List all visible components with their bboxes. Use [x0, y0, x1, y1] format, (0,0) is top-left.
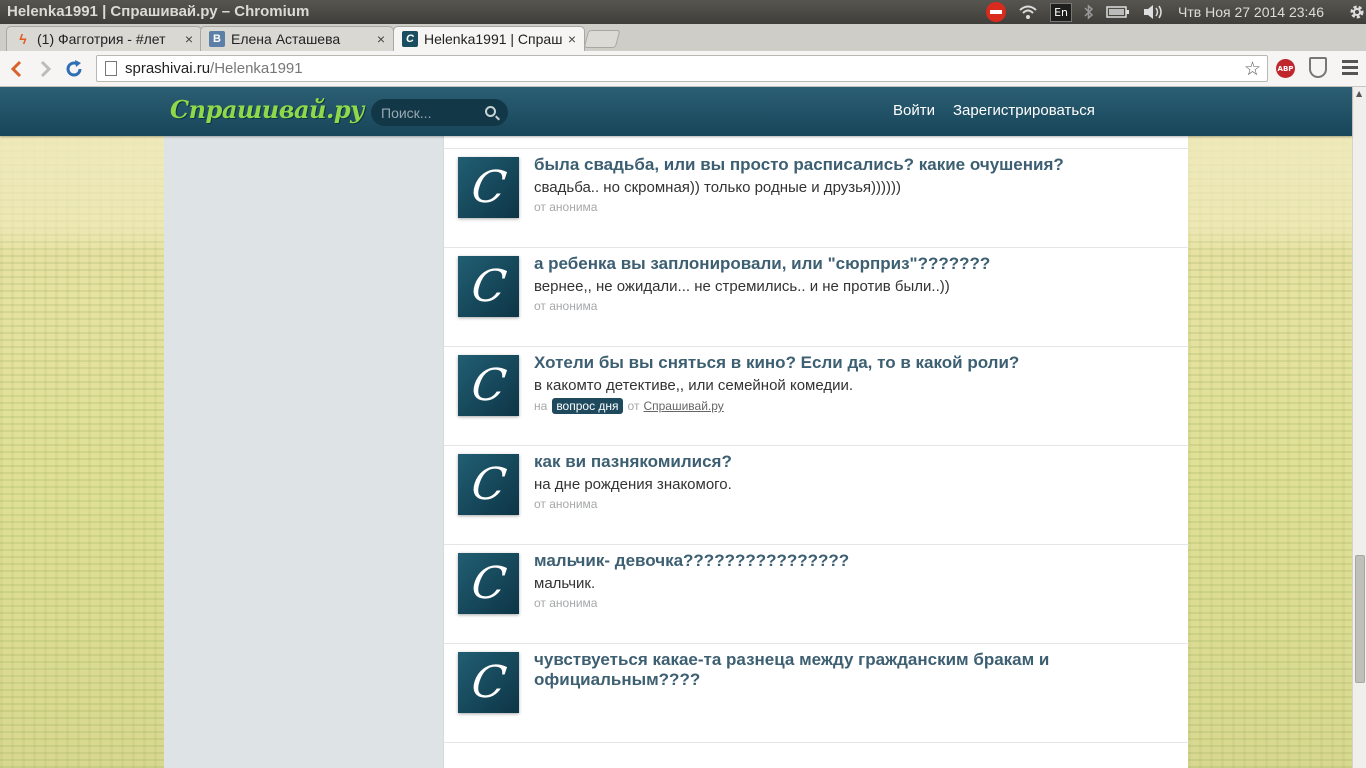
- vk-icon: В: [209, 31, 225, 47]
- faggotria-icon: ϟ: [19, 31, 27, 47]
- gear-icon[interactable]: [1348, 0, 1366, 24]
- browser-toolbar: sprashivai.ru/Helenka1991 ☆ ABP: [0, 51, 1366, 87]
- tab-label: Елена Асташева: [231, 31, 341, 47]
- page-viewport: CКакой марки твой телефон?sony ericssonн…: [0, 87, 1352, 768]
- scroll-up-arrow-icon[interactable]: ▲: [1356, 89, 1362, 98]
- adblock-plus-icon[interactable]: ABP: [1276, 59, 1295, 78]
- avatar[interactable]: C: [458, 355, 519, 416]
- volume-icon[interactable]: [1142, 0, 1164, 24]
- site-logo[interactable]: Спрашивай.ру: [170, 95, 364, 124]
- qa-item: Cа ребенка вы заплонировали, или "сюрпри…: [444, 248, 1189, 347]
- register-link[interactable]: Зарегистрироваться: [953, 102, 1095, 119]
- avatar[interactable]: C: [458, 157, 519, 218]
- meta-from: от: [627, 399, 640, 413]
- forward-button[interactable]: [35, 58, 57, 80]
- profile-sidebar: [164, 87, 443, 768]
- wifi-icon[interactable]: [1018, 0, 1038, 24]
- tab-label: Helenka1991 | Спраш: [424, 31, 562, 47]
- keyboard-layout-indicator[interactable]: En: [1050, 0, 1073, 24]
- question-title[interactable]: Хотели бы вы сняться в кино? Если да, то…: [534, 353, 1174, 373]
- question-title[interactable]: чувствуеться какае-та разнеца между граж…: [534, 650, 1174, 690]
- avatar[interactable]: C: [458, 454, 519, 515]
- close-icon[interactable]: ×: [185, 31, 193, 47]
- avatar[interactable]: C: [458, 256, 519, 317]
- browser-tab-strip: ϟ (1) Фагготрия - #лет × В Елена Асташев…: [0, 24, 1366, 51]
- reload-button[interactable]: [63, 58, 85, 80]
- new-tab-button[interactable]: [583, 30, 621, 48]
- battery-icon[interactable]: [1106, 0, 1130, 24]
- question-meta: на вопрос дня отСпрашивай.ру: [534, 398, 724, 414]
- address-bar[interactable]: sprashivai.ru/Helenka1991 ☆: [96, 55, 1268, 82]
- bluetooth-icon[interactable]: [1084, 0, 1094, 24]
- back-button[interactable]: [5, 58, 27, 80]
- question-title[interactable]: как ви пазнякомилися?: [534, 452, 1174, 472]
- avatar[interactable]: C: [458, 553, 519, 614]
- sprashivai-icon: C: [402, 31, 418, 47]
- close-icon[interactable]: ×: [568, 31, 576, 47]
- answer-text: свадьба.. но скромная)) только родные и …: [534, 179, 902, 196]
- anonymous-meta: от анонима: [534, 596, 598, 610]
- source-link[interactable]: Спрашивай.ру: [643, 399, 723, 413]
- anonymous-meta: от анонима: [534, 200, 598, 214]
- daily-question-badge[interactable]: вопрос дня: [552, 398, 623, 414]
- back-arrow-icon: [10, 60, 22, 78]
- answer-text: мальчик.: [534, 575, 596, 592]
- os-top-panel: Helenka1991 | Спрашивай.ру – Chromium En…: [0, 0, 1366, 24]
- answers-feed: CКакой марки твой телефон?sony ericssonн…: [443, 87, 1189, 768]
- answer-text: в какомто детективе,, или семейной комед…: [534, 377, 854, 394]
- tab-label: (1) Фагготрия - #лет: [37, 31, 166, 47]
- forward-arrow-icon: [40, 60, 52, 78]
- answer-text: на дне рождения знакомого.: [534, 476, 732, 493]
- page-scrollbar[interactable]: ▲: [1352, 87, 1366, 768]
- scrollbar-thumb[interactable]: [1355, 555, 1365, 683]
- question-title[interactable]: а ребенка вы заплонировали, или "сюрприз…: [534, 254, 1174, 274]
- tab-vk[interactable]: В Елена Асташева ×: [200, 26, 394, 51]
- clock[interactable]: Чтв Ноя 27 2014 23:46: [1178, 0, 1324, 24]
- url-path: /Helenka1991: [210, 60, 303, 77]
- qa-item: C Хотели бы вы сняться в кино? Если да, т…: [444, 347, 1189, 446]
- qa-item: Cчувствуеться какае-та разнеца между гра…: [444, 644, 1189, 743]
- qa-item: Cмальчик- девочка???????????????? мальчик…: [444, 545, 1189, 644]
- window-title: Helenka1991 | Спрашивай.ру – Chromium: [7, 3, 310, 20]
- search-box: [371, 99, 508, 126]
- login-link[interactable]: Войти: [893, 102, 935, 119]
- anonymous-meta: от анонима: [534, 299, 598, 313]
- close-icon[interactable]: ×: [377, 31, 385, 47]
- question-title[interactable]: мальчик- девочка????????????????: [534, 551, 1174, 571]
- page-icon: [105, 61, 117, 76]
- avatar[interactable]: C: [458, 652, 519, 713]
- bookmark-star-icon[interactable]: ☆: [1244, 58, 1261, 80]
- anonymous-meta: от анонима: [534, 497, 598, 511]
- site-header: Спрашивай.ру Войти Зарегистрироваться: [0, 87, 1352, 136]
- system-tray: En Чтв Ноя 27 2014 23:46: [974, 0, 1366, 24]
- shield-icon[interactable]: [1309, 57, 1327, 78]
- qa-item: Cбыла свадьба, или вы просто расписались…: [444, 149, 1189, 248]
- tab-sprashivai[interactable]: C Helenka1991 | Спраш ×: [393, 26, 585, 51]
- no-entry-icon[interactable]: [986, 0, 1007, 24]
- qa-item: Cкак ви пазнякомилися? на дне рождения зн…: [444, 446, 1189, 545]
- search-icon[interactable]: [485, 106, 496, 117]
- reload-icon: [66, 60, 82, 77]
- meta-prefix: на: [534, 399, 548, 413]
- answer-text: вернее,, не ожидали... не стремились.. и…: [534, 278, 950, 295]
- url-domain: sprashivai.ru: [125, 60, 211, 77]
- question-title[interactable]: была свадьба, или вы просто расписались?…: [534, 155, 1174, 175]
- tab-faggotria[interactable]: ϟ (1) Фагготрия - #лет ×: [6, 26, 202, 51]
- search-input[interactable]: [381, 99, 481, 126]
- menu-icon[interactable]: [1342, 60, 1358, 78]
